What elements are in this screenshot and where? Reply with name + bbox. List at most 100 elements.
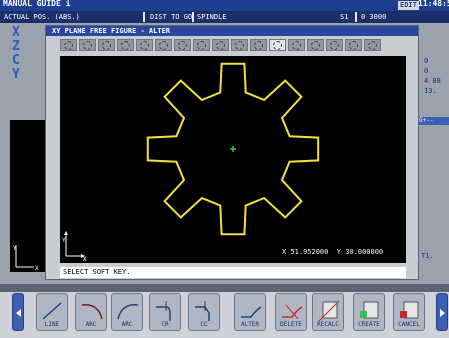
gear-icon xyxy=(349,41,358,50)
softkey-cc-button[interactable]: CC xyxy=(188,293,220,331)
axis-label: Z xyxy=(12,39,20,54)
gear-icon xyxy=(140,41,149,50)
softkey-label: ARC xyxy=(121,321,133,328)
gear-icon xyxy=(178,41,187,50)
prompt-message: SELECT SOFT KEY. xyxy=(60,267,406,278)
gear-icon xyxy=(292,41,301,50)
softkey-label: DELETE xyxy=(280,321,302,328)
figure-type-button[interactable] xyxy=(117,39,134,51)
right-value: 0 xyxy=(424,57,429,65)
figure-type-button[interactable] xyxy=(326,39,343,51)
figure-type-button[interactable] xyxy=(231,39,248,51)
alter-icon xyxy=(241,306,262,318)
corner-c-icon xyxy=(195,301,210,321)
softkey-recalc-button[interactable]: RECALC xyxy=(312,293,344,331)
gear-icon xyxy=(235,41,244,50)
svg-text:Y: Y xyxy=(13,245,17,252)
dist-to-go-label: DIST TO GO xyxy=(150,13,193,21)
figure-type-button[interactable] xyxy=(307,39,324,51)
prev-page-button[interactable] xyxy=(12,293,24,331)
softkey-cr-button[interactable]: CR xyxy=(149,293,181,331)
gear-icon xyxy=(216,41,225,50)
axis-list: X Z C Y xyxy=(12,26,26,82)
figure-type-button[interactable] xyxy=(174,39,191,51)
figure-type-button[interactable] xyxy=(250,39,267,51)
free-figure-dialog: XY PLANE FREE FIGURE - ALTER Y X X 51.95… xyxy=(45,25,419,280)
softkey-label: ARC xyxy=(85,321,97,328)
figure-type-button[interactable] xyxy=(79,39,96,51)
gear-icon xyxy=(330,41,339,50)
next-page-button[interactable] xyxy=(436,293,448,331)
arc-cw-icon xyxy=(81,304,103,320)
right-panel-tab[interactable]: G+-- xyxy=(419,117,449,125)
corner-r-icon xyxy=(156,301,171,321)
figure-type-button[interactable] xyxy=(212,39,229,51)
small-view-axes: Y X xyxy=(13,245,39,272)
gear-icon xyxy=(159,41,168,50)
separator xyxy=(143,12,145,22)
mode-badge: EDIT xyxy=(398,1,419,10)
figure-type-button[interactable] xyxy=(155,39,172,51)
spindle-id: S1 xyxy=(340,13,349,21)
svg-text:X: X xyxy=(83,256,87,263)
softkey-delete-button[interactable]: DELETE xyxy=(275,293,307,331)
gear-icon xyxy=(64,41,73,50)
softkey-label: CREATE xyxy=(358,321,380,328)
gear-icon xyxy=(273,41,282,50)
recalc-icon xyxy=(318,300,340,322)
softkey-cancel-button[interactable]: CANCEL xyxy=(393,293,425,331)
figure-type-button[interactable] xyxy=(269,39,286,51)
gear-icon xyxy=(102,41,111,50)
small-view: Y X xyxy=(10,120,47,272)
tool-label: T1. xyxy=(421,252,434,260)
figure-type-button[interactable] xyxy=(288,39,305,51)
svg-text:Y: Y xyxy=(62,237,66,244)
dialog-title: XY PLANE FREE FIGURE - ALTER xyxy=(46,26,418,36)
figure-type-button[interactable] xyxy=(136,39,153,51)
figure-type-button[interactable] xyxy=(364,39,381,51)
softkey-line-button[interactable]: LINE xyxy=(36,293,68,331)
gear-icon xyxy=(368,41,377,50)
line-icon xyxy=(42,302,62,320)
right-values: 0 0 4 88 13. xyxy=(424,56,441,96)
gear-icon xyxy=(311,41,320,50)
right-value: 0 xyxy=(424,67,429,75)
svg-text:X: X xyxy=(35,265,39,272)
softkey-arc-button[interactable]: ARC xyxy=(111,293,143,331)
softkey-label: LINE xyxy=(44,321,60,328)
actual-pos-label: ACTUAL POS. (ABS.) xyxy=(4,13,80,21)
app-title: MANUAL GUIDE i xyxy=(3,0,71,8)
figure-type-button[interactable] xyxy=(345,39,362,51)
softkey-label: CC xyxy=(200,321,208,328)
softkey-label: RECALC xyxy=(317,321,339,328)
right-arrow-icon xyxy=(440,309,445,317)
softkey-divider xyxy=(0,284,449,292)
spindle-label: SPINDLE xyxy=(197,13,227,21)
spindle-value: 0 3000 xyxy=(361,13,387,21)
softkey-arc-button[interactable]: ARC xyxy=(75,293,107,331)
axis-label: X xyxy=(12,25,20,40)
position-info-bar: ACTUAL POS. (ABS.) DIST TO GO SPINDLE S1… xyxy=(0,11,449,23)
arc-ccw-icon xyxy=(117,304,139,320)
gear-icon xyxy=(254,41,263,50)
softkey-label: CR xyxy=(161,321,169,328)
figure-type-button[interactable] xyxy=(60,39,77,51)
figure-type-button[interactable] xyxy=(193,39,210,51)
softkey-alter-button[interactable]: ALTER xyxy=(234,293,266,331)
right-value: 4 88 xyxy=(424,77,441,85)
left-arrow-icon xyxy=(16,309,21,317)
gear-icon xyxy=(121,41,130,50)
figure-plot[interactable]: Y X X 51.952000 Y 30.000000 xyxy=(60,56,406,263)
separator xyxy=(355,12,357,22)
softkey-label: ALTER xyxy=(240,321,260,328)
softkey-create-button[interactable]: CREATE xyxy=(353,293,385,331)
softkey-label: CANCEL xyxy=(398,321,420,328)
delete-icon xyxy=(282,304,303,320)
coordinate-readout: X 51.952000 Y 30.000000 xyxy=(282,248,384,256)
header-bar: MANUAL GUIDE i EDIT 11:48:5 xyxy=(0,0,449,11)
right-value: 13. xyxy=(424,87,437,95)
gear-icon xyxy=(197,41,206,50)
figure-type-button[interactable] xyxy=(98,39,115,51)
separator xyxy=(192,12,194,22)
figure-svg: Y X xyxy=(62,62,320,263)
